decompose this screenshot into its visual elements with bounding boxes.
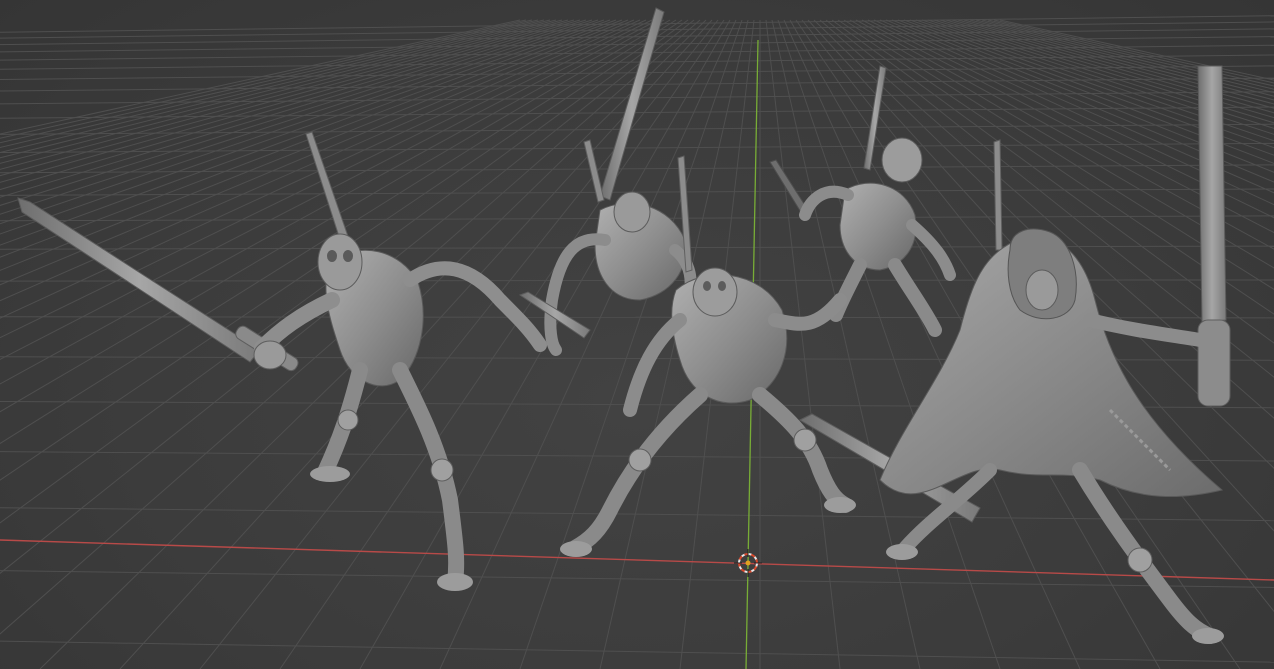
joint (337, 409, 359, 431)
leg (567, 387, 708, 556)
sword-hilt (1197, 319, 1231, 407)
eye (343, 250, 353, 262)
head (692, 267, 738, 317)
arm (403, 261, 547, 352)
arm (768, 293, 847, 331)
eye (718, 281, 726, 291)
joint (793, 428, 817, 452)
eye (327, 250, 337, 262)
sword-blade (17, 197, 261, 363)
sword-blade (1197, 65, 1227, 323)
grid-line (0, 142, 1274, 153)
foot (437, 573, 473, 591)
foot (824, 497, 856, 513)
face (1025, 269, 1059, 311)
foot (560, 541, 592, 557)
foot (310, 466, 350, 482)
x-axis-line (0, 539, 1274, 581)
viewport-canvas[interactable] (0, 0, 1274, 669)
head (317, 233, 363, 291)
foot (886, 544, 918, 560)
joint (1127, 547, 1153, 573)
arm (623, 313, 687, 417)
spike (993, 139, 1003, 251)
head (881, 137, 923, 183)
grid-line (0, 164, 1274, 174)
3d-cursor-icon[interactable] (734, 549, 762, 577)
joint (430, 458, 454, 482)
head (613, 191, 651, 233)
leg (888, 258, 942, 337)
grid-line (0, 640, 1274, 663)
hand (253, 340, 287, 370)
3d-viewport[interactable] (0, 0, 1274, 669)
grid-line (0, 570, 1274, 588)
grid-line (0, 123, 1274, 135)
grid-line (0, 507, 1274, 522)
foot (1192, 628, 1224, 644)
warrior-figure-left[interactable] (17, 131, 547, 591)
eye (703, 281, 711, 291)
joint (628, 448, 652, 472)
